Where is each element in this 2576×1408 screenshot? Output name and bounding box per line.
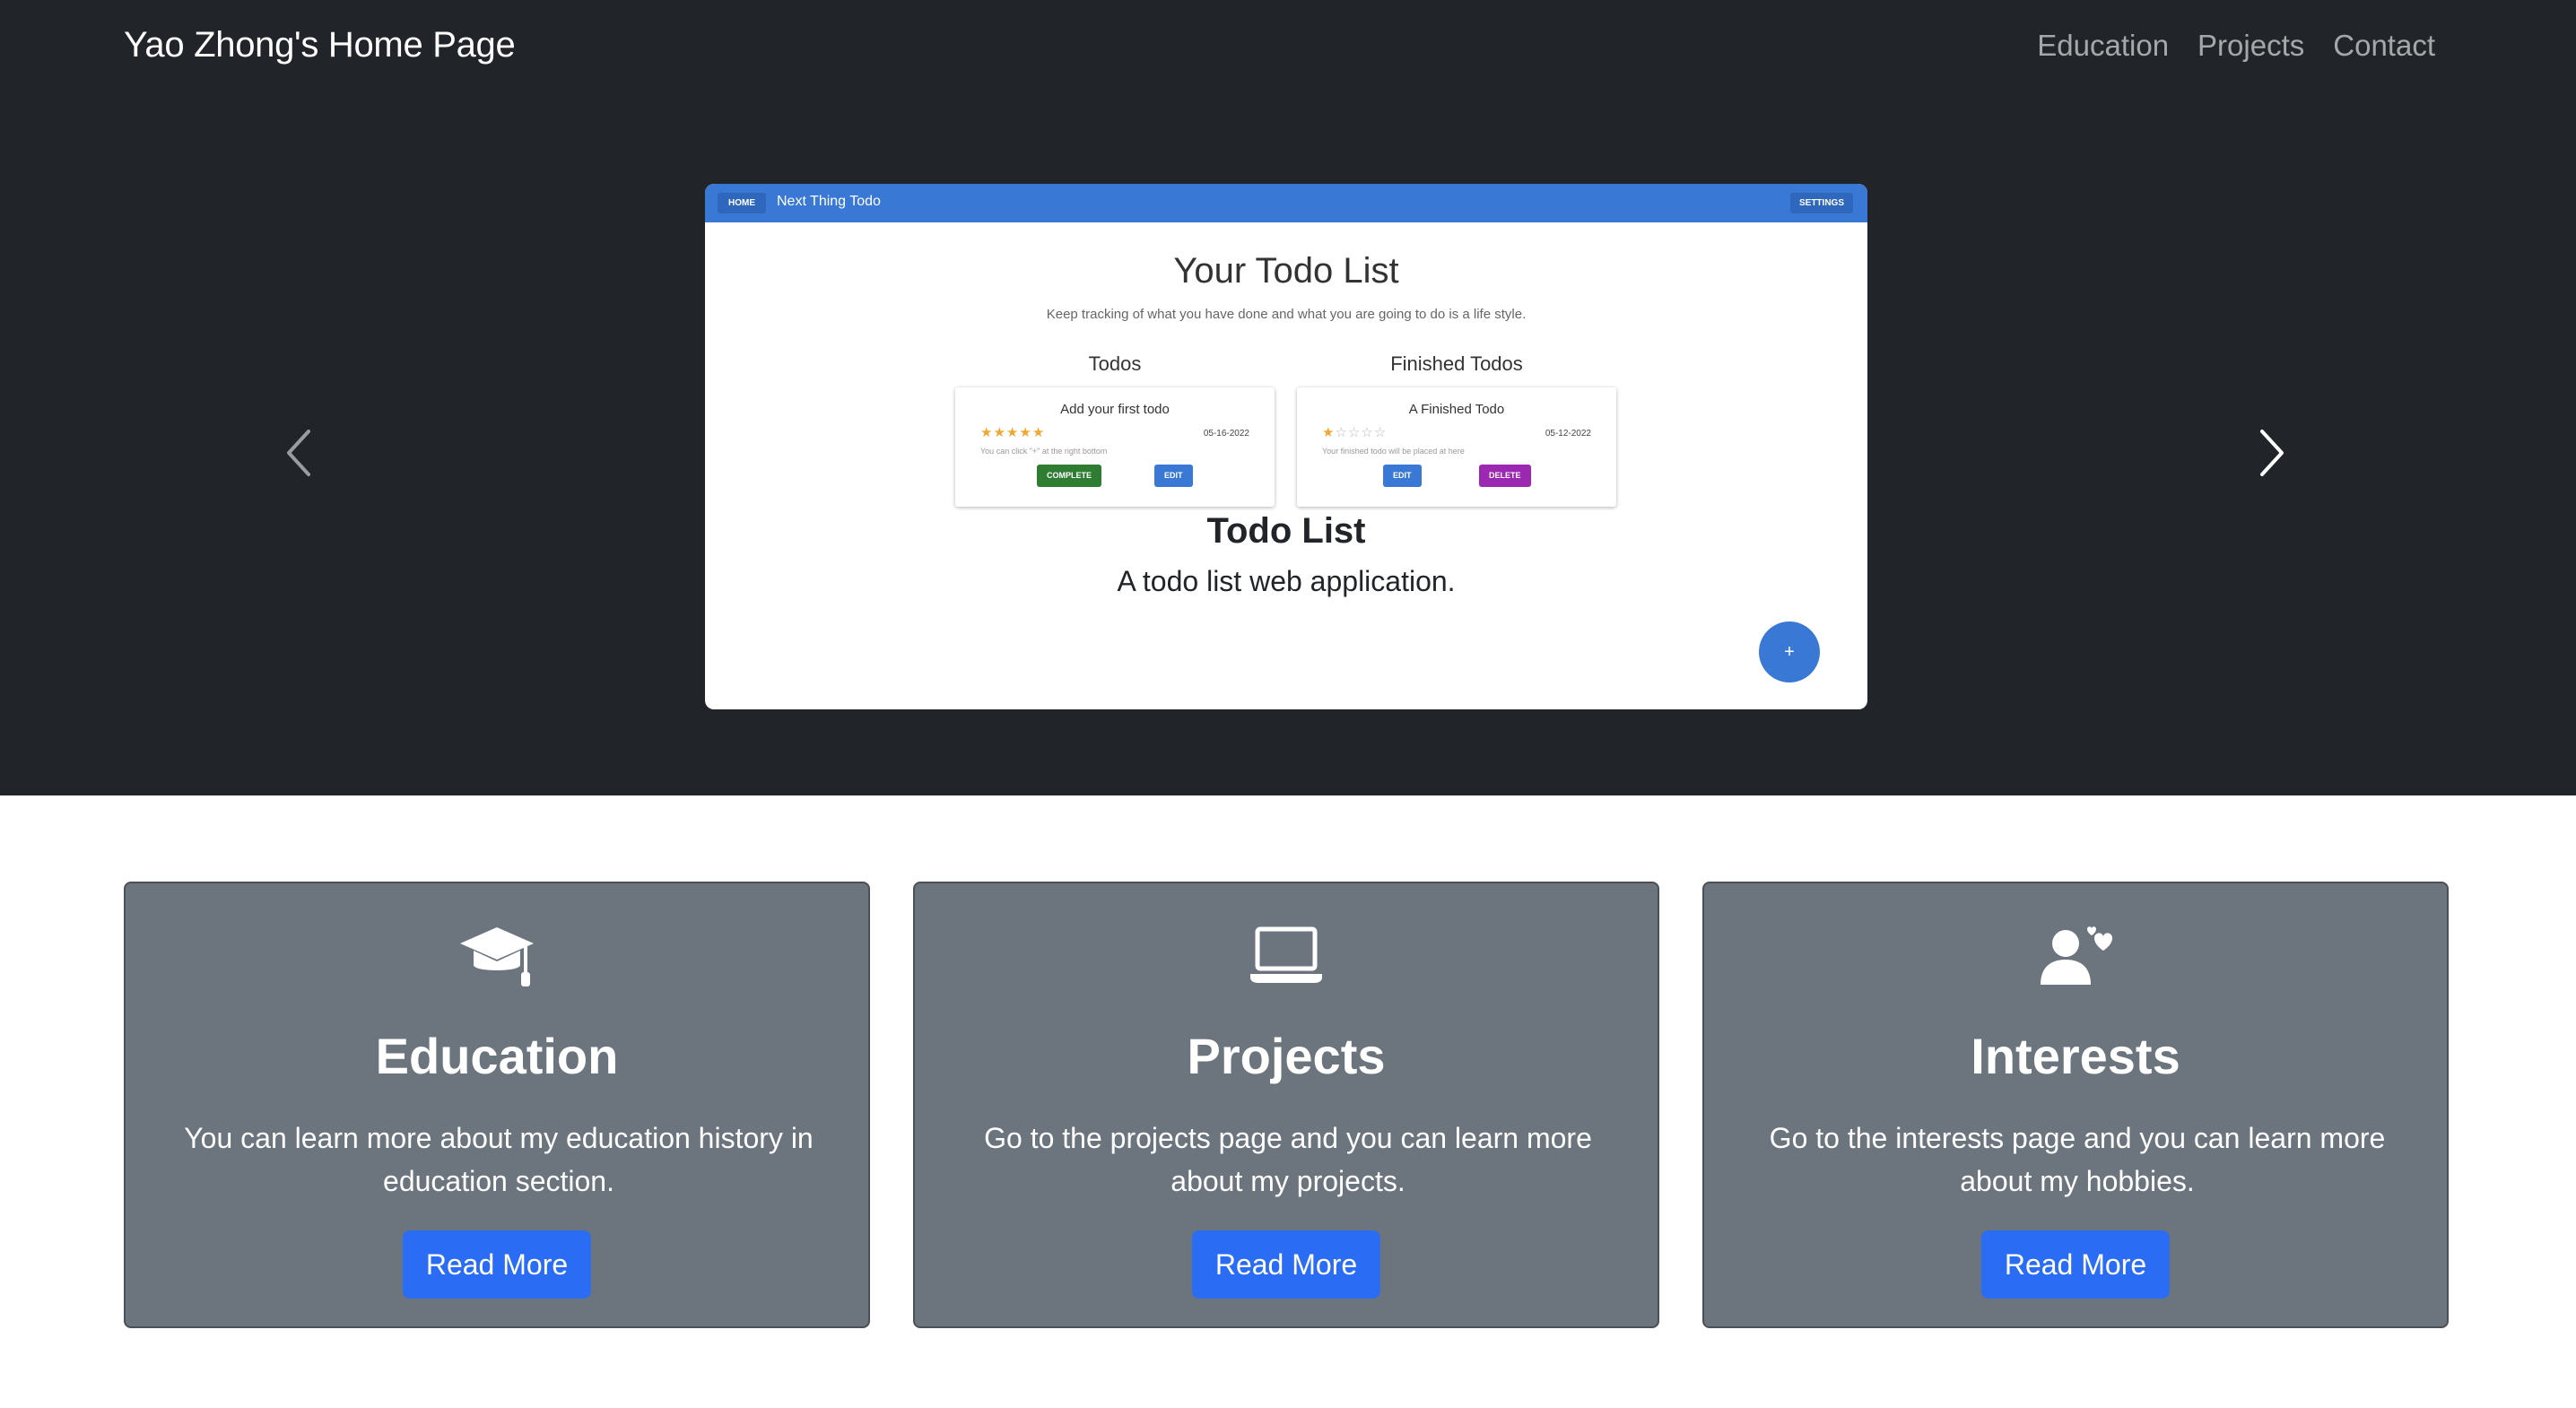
nav-link-contact[interactable]: Contact [2333,29,2435,63]
star-filled-icon: ★ [980,425,994,440]
user-heart-icon [2041,926,2112,985]
carousel-next-button[interactable] [2237,417,2309,489]
todo-card-title: Add your first todo [1060,402,1170,417]
carousel-caption-text: A todo list web application. [1117,565,1456,597]
star-empty-icon: ☆ [1347,425,1362,440]
finished-column-title: Finished Todos [1390,352,1523,375]
education-card: Education You can learn more about my ed… [124,882,870,1328]
carousel-prev-button[interactable] [262,417,334,489]
todo-settings-button: SETTINGS [1789,193,1853,213]
education-title: Education [375,1028,619,1084]
brand-link[interactable]: Yao Zhong's Home Page [124,25,516,65]
star-filled-icon: ★ [1019,425,1032,440]
interests-text: Go to the interests page and you can lea… [1769,1122,2386,1197]
edit-button: EDIT [1383,465,1422,487]
add-todo-fab: + [1759,621,1820,682]
star-empty-icon: ☆ [1361,425,1374,440]
star-filled-icon: ★ [1005,425,1020,440]
delete-button: DELETE [1479,465,1531,487]
laptop-icon [1250,926,1322,983]
todo-app-bar: HOME Next Thing Todo SETTINGS [705,184,1867,222]
rating-stars: ★★★★★ [980,424,1045,440]
todo-card-note: You can click "+" at the right bottom [980,447,1108,456]
graduation-cap-icon [460,927,534,986]
projects-card: Projects Go to the projects page and you… [913,882,1659,1328]
carousel-slide: HOME Next Thing Todo SETTINGS Your Todo … [705,184,1867,709]
nav-links: Education Projects Contact [2037,29,2435,63]
nav-link-projects[interactable]: Projects [2197,29,2304,63]
finished-card-date: 05-12-2022 [1545,429,1591,439]
projects-title: Projects [1187,1028,1386,1084]
finished-card-note: Your finished todo will be placed at her… [1322,447,1465,456]
todo-app-title: Next Thing Todo [777,194,881,209]
todo-home-button: HOME [718,193,766,213]
todo-card: Add your first todo ★★★★★ 05-16-2022 You… [955,387,1275,507]
carousel-caption-title: Todo List [1206,511,1366,551]
todo-card-date: 05-16-2022 [1203,429,1249,439]
navbar: Yao Zhong's Home Page Education Projects… [0,0,2576,99]
chevron-left-icon [287,430,310,476]
nav-link-education[interactable]: Education [2037,29,2169,63]
interests-title: Interests [1971,1028,2180,1084]
interests-read-more-button[interactable]: Read More [1980,1230,2171,1299]
education-read-more-button[interactable]: Read More [402,1230,592,1299]
projects-text: Go to the projects page and you can lear… [984,1122,1592,1197]
star-empty-icon: ☆ [1373,425,1388,440]
edit-button: EDIT [1154,465,1193,487]
projects-read-more-button[interactable]: Read More [1191,1230,1381,1299]
todo-heading: Your Todo List [1173,251,1399,291]
star-filled-icon: ★ [993,425,1006,440]
finished-todo-card: A Finished Todo ★☆☆☆☆ 05-12-2022 Your fi… [1297,387,1616,507]
interests-card: Interests Go to the interests page and y… [1702,882,2449,1328]
todos-column-title: Todos [1088,352,1142,375]
chevron-right-icon [2260,430,2284,476]
complete-button: COMPLETE [1037,465,1102,487]
finished-card-title: A Finished Todo [1408,402,1505,417]
star-filled-icon: ★ [1322,425,1336,440]
education-text: You can learn more about my education hi… [184,1122,814,1197]
todo-subtitle: Keep tracking of what you have done and … [1046,307,1527,322]
star-empty-icon: ☆ [1335,425,1348,440]
hero-carousel: HOME Next Thing Todo SETTINGS Your Todo … [0,99,2576,795]
rating-stars: ★☆☆☆☆ [1322,424,1387,440]
star-filled-icon: ★ [1031,425,1046,440]
